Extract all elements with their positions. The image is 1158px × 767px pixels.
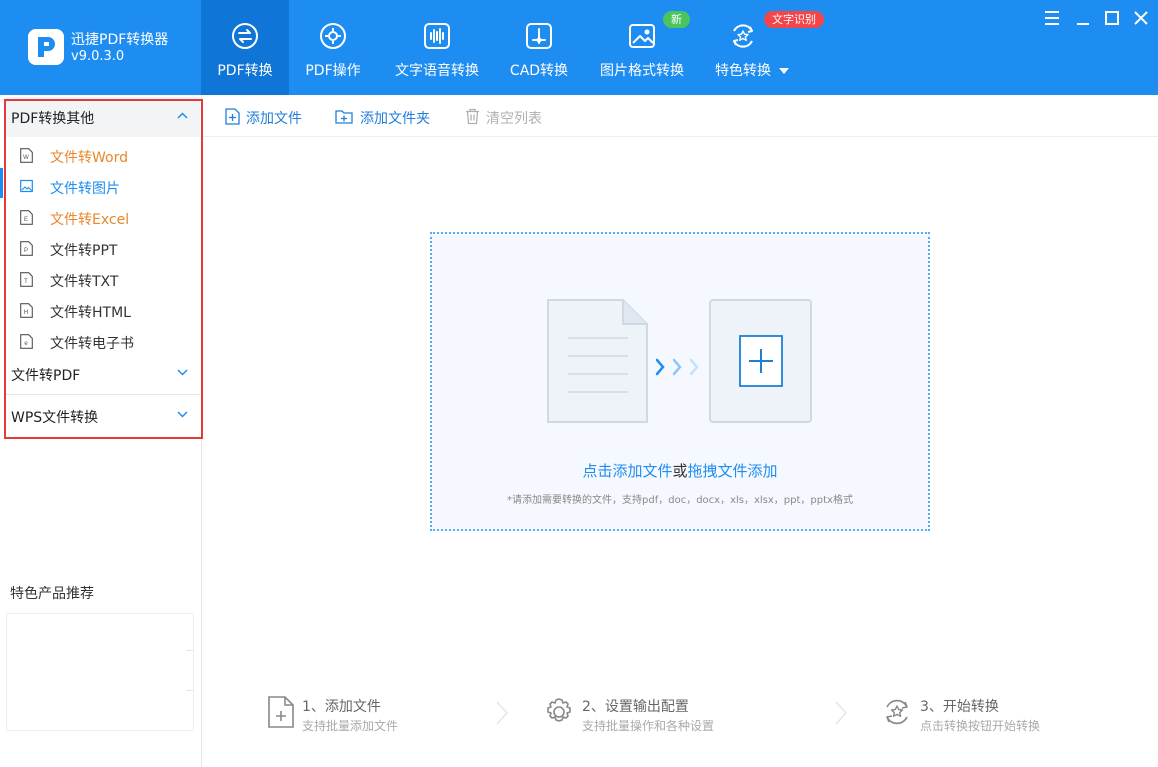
button-label: 添加文件: [246, 111, 302, 127]
app-name: 迅捷PDF转换器: [71, 32, 169, 48]
ocr-badge: 文字识别: [764, 11, 824, 28]
group-title: PDF转换其他: [11, 111, 95, 127]
file-type-icon: E: [20, 210, 33, 225]
nav-pdf-operate[interactable]: PDF操作: [289, 0, 377, 95]
group-file-to-pdf[interactable]: 文件转PDF: [6, 354, 200, 394]
step-add-file: 1、添加文件 支持批量添加文件: [267, 693, 467, 733]
maximize-icon[interactable]: [1103, 9, 1121, 27]
group-pdf-convert-other[interactable]: PDF转换其他: [6, 97, 200, 137]
group-wps-convert[interactable]: WPS文件转换: [6, 396, 200, 436]
nav-label: 特色转换: [715, 63, 771, 79]
sidebar-item-label: 文件转Word: [50, 150, 128, 166]
sidebar-item-label: 文件转TXT: [50, 274, 119, 290]
app-logo: [28, 29, 64, 65]
gear-icon: [547, 698, 571, 722]
svg-text:T: T: [24, 279, 28, 285]
nav-label: PDF转换: [217, 63, 273, 79]
svg-text:P: P: [24, 248, 28, 254]
button-label: 添加文件夹: [360, 111, 430, 127]
file-type-icon: e: [20, 334, 33, 349]
minimize-icon[interactable]: [1074, 9, 1092, 27]
gear-circle-icon: [320, 23, 346, 49]
nav-label: CAD转换: [509, 63, 569, 79]
svg-text:W: W: [23, 155, 29, 161]
nav-pdf-convert[interactable]: PDF转换: [201, 0, 289, 95]
step-title: 1、添加文件: [302, 699, 381, 715]
step-start-convert: 3、开始转换 点击转换按钮开始转换: [881, 693, 1081, 733]
button-label: 清空列表: [486, 111, 542, 127]
add-page-icon: [709, 299, 812, 423]
file-type-icon: T: [20, 272, 33, 287]
cad-icon: [526, 23, 552, 49]
supported-formats-hint: *请添加需要转换的文件，支持pdf，doc，docx，xls，xlsx，ppt，…: [507, 495, 853, 506]
group-title: 文件转PDF: [11, 368, 81, 384]
audio-wave-icon: [424, 23, 450, 49]
new-badge: 新: [663, 11, 690, 28]
group-title: WPS文件转换: [11, 410, 99, 426]
dropdown-caret-icon[interactable]: [779, 68, 789, 74]
step-desc: 点击转换按钮开始转换: [920, 719, 1041, 733]
image-icon: [629, 24, 655, 48]
add-folder-icon: [335, 110, 353, 124]
sidebar-item-label: 文件转Excel: [50, 212, 130, 228]
svg-text:H: H: [24, 310, 28, 316]
step-title: 3、开始转换: [920, 699, 999, 715]
image-file-icon: [20, 179, 33, 193]
nav-text-speech[interactable]: 文字语音转换: [389, 0, 485, 95]
star-refresh-icon: [886, 699, 908, 725]
add-file-icon: [268, 696, 294, 728]
file-type-icon: P: [20, 241, 33, 256]
step-title: 2、设置输出配置: [582, 699, 689, 715]
chevron-right-icon: [496, 701, 509, 725]
step-output-config: 2、设置输出配置 支持批量操作和各种设置: [543, 693, 773, 733]
chevron-down-icon: [177, 411, 188, 418]
nav-cad-convert[interactable]: CAD转换: [495, 0, 583, 95]
close-icon[interactable]: [1132, 9, 1150, 27]
svg-text:e: e: [24, 341, 28, 347]
file-drop-zone[interactable]: 点击添加文件或拖拽文件添加 *请添加需要转换的文件，支持pdf，doc，docx…: [430, 232, 930, 531]
nav-label: 图片格式转换: [600, 63, 684, 79]
sidebar-item-label: 文件转电子书: [50, 336, 134, 352]
title-bar: 迅捷PDF转换器 v9.0.3.0 PDF转换 PDF操作 文字语音转换 CAD…: [0, 0, 1158, 95]
sidebar-item-label: 文件转PPT: [50, 243, 118, 259]
file-type-icon: H: [20, 303, 33, 318]
sidebar-item-label: 文件转HTML: [50, 305, 131, 321]
click-add-link[interactable]: 点击添加文件: [582, 462, 672, 480]
drop-illustration: [547, 299, 812, 423]
divider: [6, 394, 200, 395]
step-desc: 支持批量添加文件: [302, 719, 399, 733]
menu-icon[interactable]: [1043, 9, 1061, 27]
app-version: v9.0.3.0: [71, 49, 125, 64]
chevron-up-icon: [177, 112, 188, 119]
nav-label: 文字语音转换: [395, 63, 479, 79]
sidebar-item-label: 文件转图片: [50, 181, 120, 197]
toolbar: 添加文件 添加文件夹 清空列表: [203, 95, 1158, 137]
file-type-icon: W: [20, 148, 33, 163]
arrow-icon: [655, 358, 699, 376]
nav-label: PDF操作: [305, 63, 361, 79]
chevron-right-icon: [835, 701, 848, 725]
convert-icon: [232, 23, 258, 49]
drag-add-link[interactable]: 拖拽文件添加: [688, 462, 778, 480]
step-desc: 支持批量操作和各种设置: [582, 719, 715, 733]
star-refresh-icon: [733, 24, 753, 48]
recommend-title: 特色产品推荐: [10, 586, 94, 602]
svg-text:E: E: [24, 217, 28, 223]
or-text: 或: [672, 462, 688, 480]
add-file-icon: [225, 108, 240, 125]
trash-icon: [466, 108, 479, 125]
document-icon: [547, 299, 648, 423]
recommend-panel: [6, 613, 194, 731]
active-indicator: [0, 168, 3, 198]
chevron-down-icon: [177, 369, 188, 376]
